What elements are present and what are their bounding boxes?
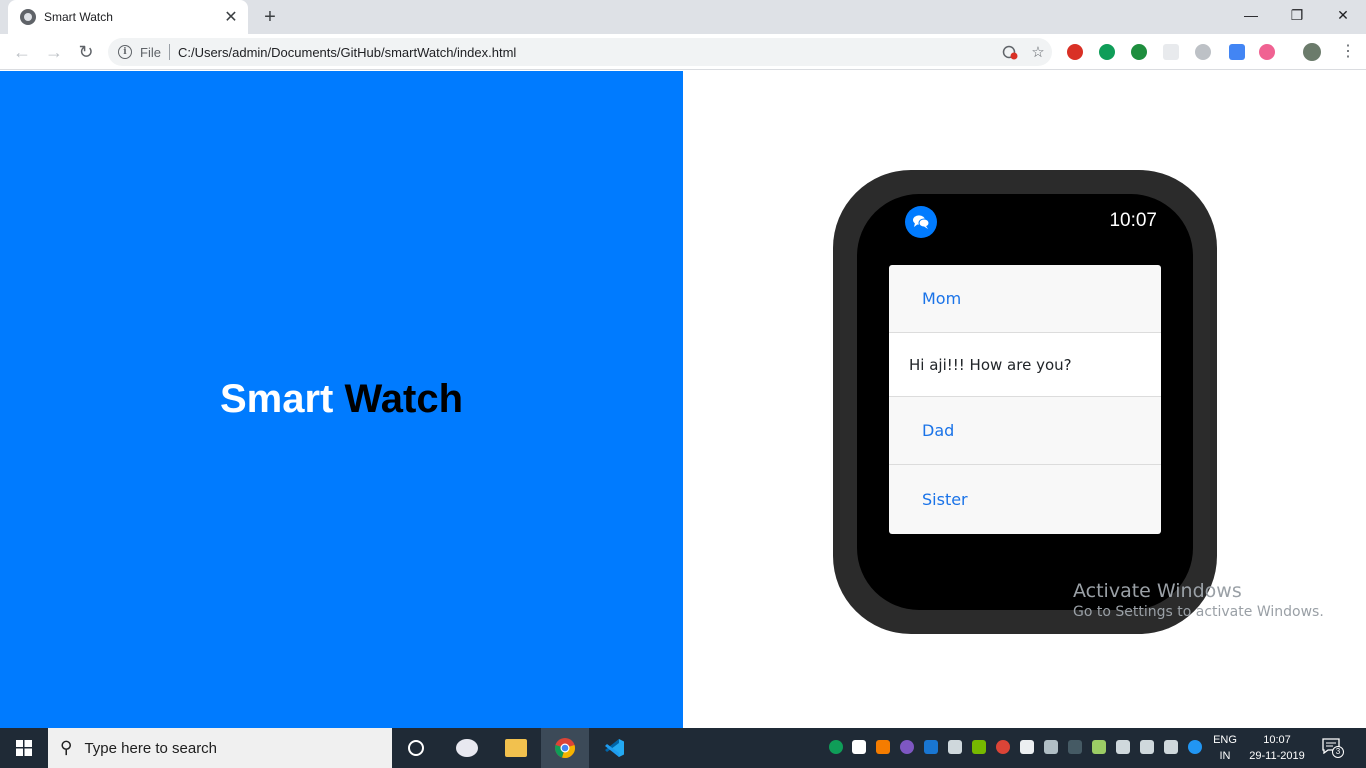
chat-bubbles-icon[interactable] <box>905 206 937 238</box>
browser-toolbar: ← → ↻ i File C:/Users/admin/Documents/Gi… <box>0 34 1366 70</box>
monitor-tray-icon[interactable] <box>948 740 962 754</box>
search-placeholder: Type here to search <box>84 739 218 757</box>
info-icon[interactable]: i <box>118 45 132 59</box>
bluetooth-icon[interactable] <box>1188 740 1202 754</box>
globe-icon <box>20 9 36 25</box>
url-separator <box>168 44 170 60</box>
hangouts-extension-icon[interactable] <box>1099 44 1115 60</box>
activate-windows-watermark: Activate Windows Go to Settings to activ… <box>1073 580 1324 620</box>
hero-panel: Smart Watch <box>0 71 683 728</box>
taskbar-search-box[interactable]: ⚲ Type here to search <box>48 728 392 768</box>
file-explorer-button[interactable] <box>492 728 540 768</box>
paint-app-button[interactable] <box>443 728 491 768</box>
notification-center-button[interactable]: 3 <box>1322 738 1344 758</box>
url-scheme: File <box>140 44 161 60</box>
tab-close-button[interactable]: ✕ <box>220 6 242 28</box>
browser-tab[interactable]: Smart Watch ✕ <box>8 0 248 34</box>
cart-extension-icon[interactable] <box>1131 44 1147 60</box>
eyedropper-extension-icon[interactable] <box>1229 44 1245 60</box>
user-tray-icon[interactable] <box>1092 740 1106 754</box>
chrome-icon <box>555 738 575 758</box>
security-tray-icon[interactable] <box>852 740 866 754</box>
cookie-blocked-icon[interactable] <box>996 38 1024 66</box>
menu-kebab-icon[interactable]: ⋮ <box>1340 44 1356 60</box>
palette-icon <box>456 739 478 757</box>
watch-clock: 10:07 <box>1109 210 1157 231</box>
watermark-subtitle: Go to Settings to activate Windows. <box>1073 604 1324 620</box>
checkmark-tray-icon[interactable] <box>1020 740 1034 754</box>
wifi-off-icon[interactable] <box>1164 740 1178 754</box>
vscode-icon <box>605 739 624 757</box>
volume-icon[interactable] <box>1116 740 1130 754</box>
page-title: Smart Watch <box>220 377 463 422</box>
app-tray-icon[interactable] <box>900 740 914 754</box>
lang-code: ENG <box>1213 734 1237 746</box>
back-button[interactable]: ← <box>8 38 36 66</box>
watch-panel: 10:07 Mom Hi aji!!! How are you? Dad Sis… <box>683 71 1366 728</box>
network-tray-icon[interactable] <box>1068 740 1082 754</box>
edit-tray-icon[interactable] <box>924 740 938 754</box>
url-text[interactable]: C:/Users/admin/Documents/GitHub/smartWat… <box>178 45 996 60</box>
message-list: Mom Hi aji!!! How are you? Dad Sister <box>889 265 1161 534</box>
nvidia-tray-icon[interactable] <box>972 740 986 754</box>
maximize-button[interactable]: ❐ <box>1274 0 1320 30</box>
minimize-button[interactable]: — <box>1228 0 1274 30</box>
adblock-extension-icon[interactable] <box>1067 44 1083 60</box>
new-tab-button[interactable]: + <box>258 5 282 29</box>
contact-item-dad[interactable]: Dad <box>889 397 1161 465</box>
chrome-tray-icon[interactable] <box>996 740 1010 754</box>
cortana-ring-icon <box>408 740 424 756</box>
cat-extension-icon[interactable] <box>1259 44 1275 60</box>
windows-start-button[interactable] <box>0 728 48 768</box>
display-icon[interactable] <box>1140 740 1154 754</box>
cortana-button[interactable] <box>392 728 440 768</box>
input-language[interactable]: ENG IN <box>1208 732 1242 764</box>
contact-item-sister[interactable]: Sister <box>889 465 1161 534</box>
hangouts-tray-icon[interactable] <box>829 740 843 754</box>
watermark-title: Activate Windows <box>1073 580 1242 602</box>
profile-avatar[interactable] <box>1303 43 1321 61</box>
watch-screen: 10:07 Mom Hi aji!!! How are you? Dad Sis… <box>857 194 1193 610</box>
vscode-app-button[interactable] <box>590 728 638 768</box>
title-word-smart: Smart <box>219 377 334 421</box>
close-window-button[interactable]: ✕ <box>1320 0 1366 30</box>
browser-tab-strip: Smart Watch ✕ + — ❐ ✕ <box>0 0 1366 34</box>
message-preview: Hi aji!!! How are you? <box>889 333 1161 397</box>
tab-title: Smart Watch <box>44 10 113 24</box>
compass-extension-icon[interactable] <box>1195 44 1211 60</box>
windows-taskbar: ⚲ Type here to search ENG IN 10:07 29-11… <box>0 728 1366 768</box>
windows-logo-icon <box>16 740 32 756</box>
watch-bezel: 10:07 Mom Hi aji!!! How are you? Dad Sis… <box>833 170 1217 634</box>
taskbar-date: 29-11-2019 <box>1249 750 1305 762</box>
address-bar[interactable]: i File C:/Users/admin/Documents/GitHub/s… <box>108 38 1052 66</box>
search-icon: ⚲ <box>60 738 73 757</box>
title-word-watch: Watch <box>344 377 464 421</box>
mcafee-tray-icon[interactable] <box>1044 740 1058 754</box>
firefox-tray-icon[interactable] <box>876 740 890 754</box>
lang-region: IN <box>1219 750 1231 762</box>
chrome-app-button[interactable] <box>541 728 589 768</box>
forward-button[interactable]: → <box>40 38 68 66</box>
notification-count-badge: 3 <box>1332 746 1344 758</box>
contact-item-mom[interactable]: Mom <box>889 265 1161 333</box>
taskbar-time: 10:07 <box>1263 734 1291 746</box>
taskbar-clock[interactable]: 10:07 29-11-2019 <box>1244 732 1310 764</box>
bookmark-star-icon[interactable]: ☆ <box>1024 38 1052 66</box>
reload-button[interactable]: ↻ <box>72 38 100 66</box>
page-content: Smart Watch 10:07 Mom Hi aji!!! How are … <box>0 71 1366 728</box>
page-extension-icon[interactable] <box>1163 44 1179 60</box>
folder-icon <box>505 739 527 757</box>
